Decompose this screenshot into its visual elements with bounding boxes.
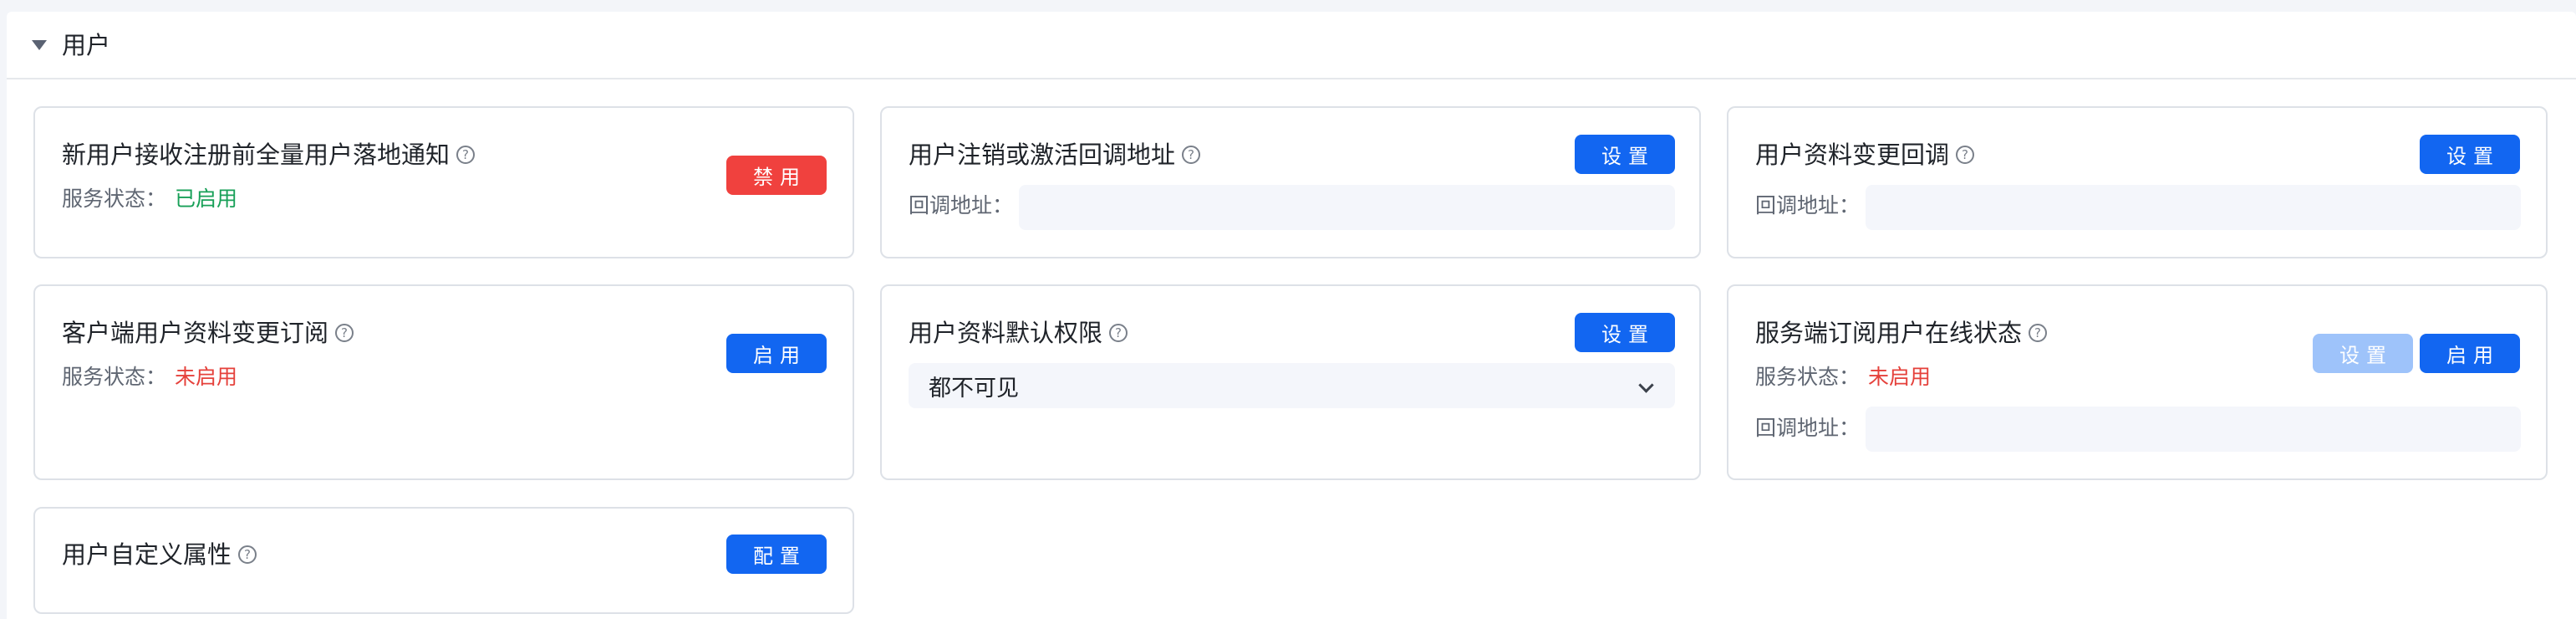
callback-label: 回调地址： [909, 193, 1014, 217]
card-title: 新用户接收注册前全量用户落地通知 [62, 141, 451, 169]
help-icon[interactable]: ? [335, 324, 354, 342]
settings-button[interactable]: 设置 [1575, 135, 1675, 174]
caret-down-icon[interactable] [32, 40, 47, 50]
chevron-down-icon [1638, 377, 1654, 393]
disable-button[interactable]: 禁用 [726, 156, 827, 195]
card-title: 用户注销或激活回调地址 [909, 141, 1176, 169]
callback-url-field[interactable] [1866, 407, 2521, 452]
help-icon[interactable]: ? [238, 545, 257, 564]
card-deactivate-callback: 用户注销或激活回调地址 ? 设置 回调地址： [880, 106, 1701, 258]
settings-button[interactable]: 设置 [2420, 135, 2520, 174]
callback-url-field[interactable] [1019, 185, 1675, 230]
card-title: 客户端用户资料变更订阅 [62, 319, 329, 347]
help-icon[interactable]: ? [1956, 146, 1975, 164]
help-icon[interactable]: ? [456, 146, 476, 164]
configure-button[interactable]: 配置 [726, 535, 827, 574]
settings-button-disabled: 设置 [2313, 334, 2413, 373]
help-icon[interactable]: ? [1182, 146, 1201, 164]
status-value: 已启用 [175, 187, 238, 211]
status-label: 服务状态： [1755, 365, 1861, 389]
status-label: 服务状态： [62, 365, 167, 389]
card-title: 服务端订阅用户在线状态 [1755, 319, 2023, 347]
card-server-online-subscribe: 服务端订阅用户在线状态 ? 服务状态： 未启用 设置 启用 回调地址： [1727, 284, 2548, 480]
callback-url-field[interactable] [1866, 185, 2521, 230]
permission-select[interactable]: 都不可见 [909, 363, 1675, 408]
enable-button[interactable]: 启用 [2420, 334, 2520, 373]
settings-button[interactable]: 设置 [1575, 313, 1675, 352]
status-value: 未启用 [175, 365, 238, 389]
card-custom-attributes: 用户自定义属性 ? 配置 [33, 507, 854, 614]
section-title: 用户 [62, 31, 111, 59]
status-value: 未启用 [1868, 365, 1932, 389]
card-profile-default-permission: 用户资料默认权限 ? 设置 都不可见 [880, 284, 1701, 480]
permission-select-value: 都不可见 [929, 375, 1019, 402]
enable-button[interactable]: 启用 [726, 334, 827, 373]
card-notify-before-register: 新用户接收注册前全量用户落地通知 ? 服务状态： 已启用 禁用 [33, 106, 854, 258]
card-profile-change-callback: 用户资料变更回调 ? 设置 回调地址： [1727, 106, 2548, 258]
card-title: 用户资料默认权限 [909, 319, 1103, 347]
card-title: 用户自定义属性 [62, 540, 232, 569]
card-title: 用户资料变更回调 [1755, 141, 1950, 169]
help-icon[interactable]: ? [2029, 324, 2048, 342]
section-header[interactable]: 用户 [7, 12, 2576, 79]
help-icon[interactable]: ? [1109, 324, 1128, 342]
callback-label: 回调地址： [1755, 416, 1861, 440]
status-label: 服务状态： [62, 187, 167, 211]
card-client-profile-subscribe: 客户端用户资料变更订阅 ? 服务状态： 未启用 启用 [33, 284, 854, 480]
callback-label: 回调地址： [1755, 193, 1861, 217]
